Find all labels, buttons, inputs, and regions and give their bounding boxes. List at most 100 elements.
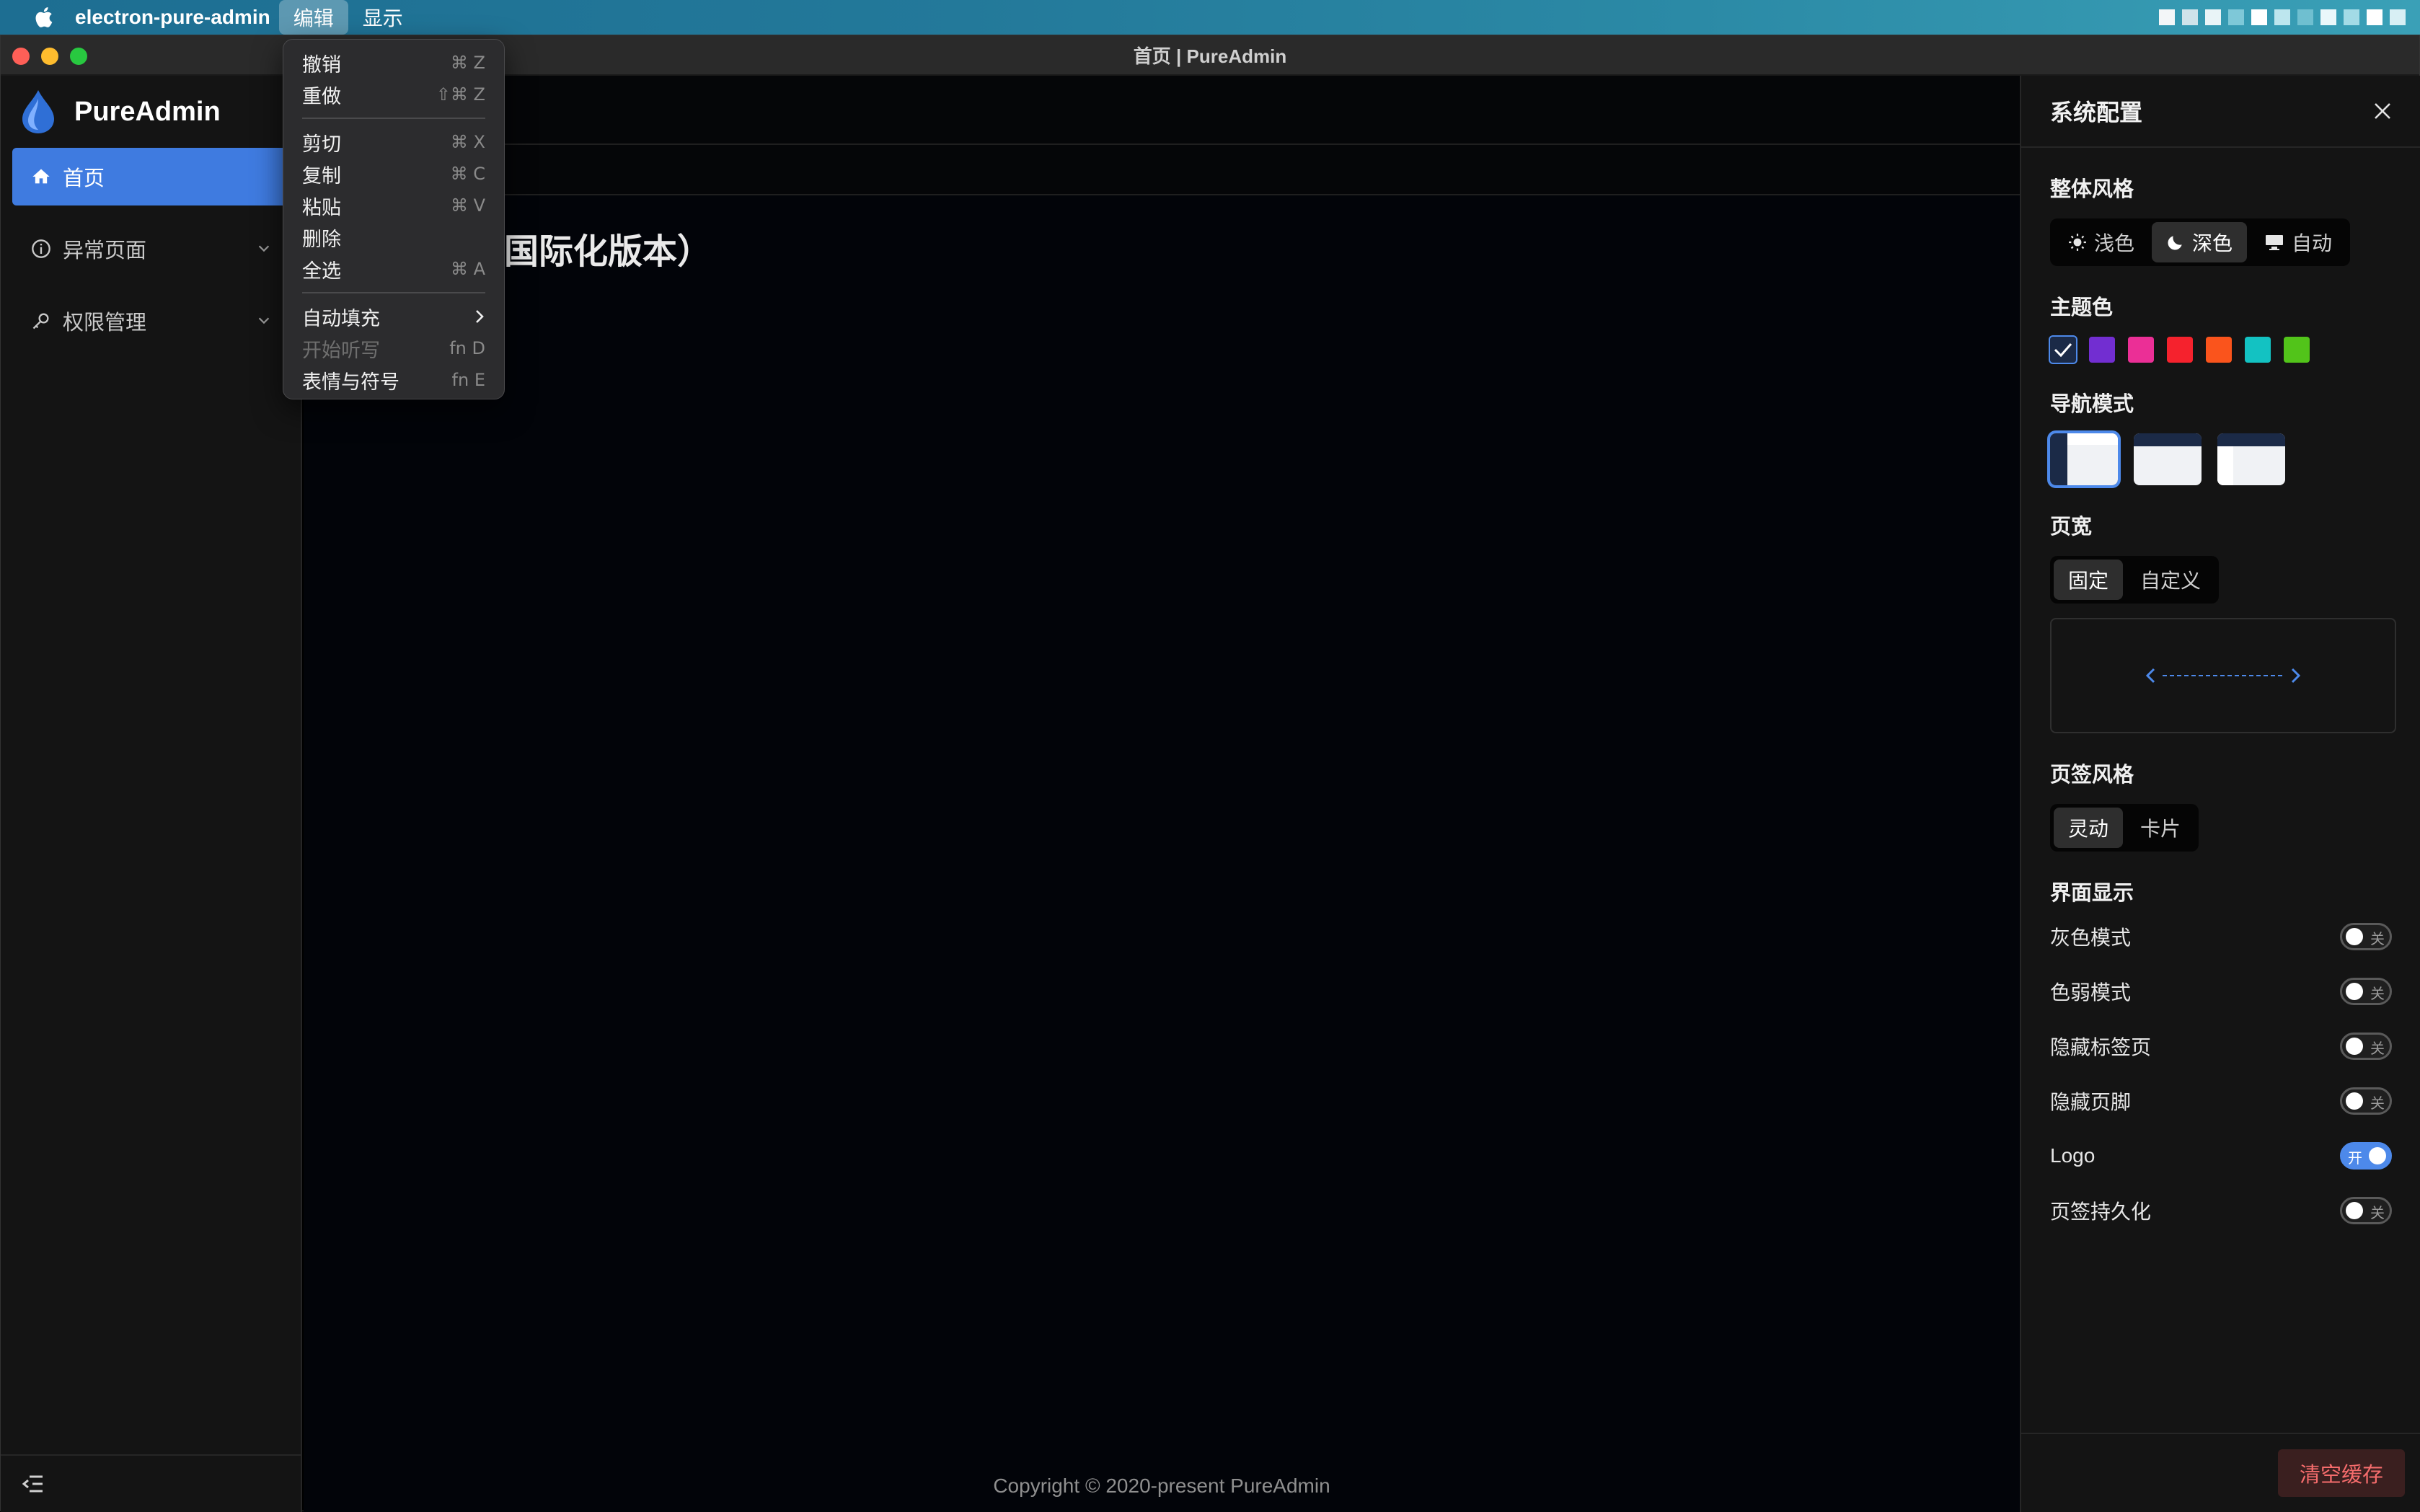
nav-mode-mixed[interactable] [2217,433,2285,485]
settings-title: 系统配置 [2050,100,2143,125]
page-width-segmented: 固定 自定义 [2050,556,2220,604]
menu-item-cut[interactable]: 剪切 ⌘ X [292,126,495,158]
menu-item-delete[interactable]: 删除 [292,221,495,253]
close-icon[interactable] [2373,102,2392,120]
theme-option-label: 浅色 [2094,232,2135,255]
chevron-down-icon [256,240,272,256]
monitor-icon [2264,233,2284,252]
menu-item-undo[interactable]: 撤销 ⌘ Z [292,47,495,79]
section-title-theme-style: 整体风格 [2050,178,2134,201]
edit-menu-dropdown: 撤销 ⌘ Z 重做 ⇧⌘ Z 剪切 ⌘ X 复制 ⌘ C 粘贴 ⌘ V 删除 全… [283,39,505,399]
menu-item-label: 全选 [302,260,341,282]
status-icon[interactable] [2228,9,2244,25]
theme-color-swatch[interactable] [2167,337,2193,363]
menu-view[interactable]: 显示 [348,0,418,35]
status-icon[interactable] [2274,9,2290,25]
toggle-label: Logo [2050,1144,2096,1167]
page-width-preview[interactable] [2050,618,2396,733]
menu-item-start-dictation: 开始听写 fn D [292,332,495,364]
theme-color-swatch[interactable] [2089,337,2115,363]
status-icon[interactable] [2390,9,2406,25]
toggle-label: 页签持久化 [2050,1201,2152,1223]
menu-item-redo[interactable]: 重做 ⇧⌘ Z [292,79,495,110]
main-content: in-Thin（非国际化版本） Copyright © 2020-present… [304,76,2020,1512]
switch-state: 关 [2370,1096,2385,1112]
theme-color-swatch[interactable] [2128,337,2154,363]
status-icon[interactable] [2205,9,2221,25]
tag-style-segmented: 灵动 卡片 [2050,804,2199,852]
menu-item-label: 自动填充 [302,307,380,330]
home-icon [31,167,56,187]
menu-item-emoji-symbols[interactable]: 表情与符号 fn E [292,364,495,396]
menu-separator [302,118,485,119]
toggle-label: 隐藏标签页 [2050,1036,2152,1058]
sidebar-item-error-pages[interactable]: 异常页面 [12,220,289,278]
macos-menubar: electron-pure-admin 编辑 显示 [0,0,2420,35]
menu-item-label: 表情与符号 [302,371,399,393]
settings-header: 系统配置 [2021,76,2420,148]
settings-panel: 系统配置 整体风格 浅色 深色 自动 主题色 导航模式 页宽 固定 自定义 页签… [2020,76,2420,1512]
tag-style-smart-option[interactable]: 灵动 [2054,808,2124,848]
theme-style-segmented: 浅色 深色 自动 [2050,218,2351,266]
nav-mode-vertical[interactable] [2047,430,2121,488]
hide-tabs-switch[interactable]: 关 [2340,1033,2392,1060]
sidebar: PureAdmin 首页 异常页面 权限管理 [1,76,302,1512]
chevron-right-icon [474,308,485,325]
menu-edit[interactable]: 编辑 [278,0,348,35]
nav-mode-horizontal[interactable] [2134,433,2202,485]
close-window-button[interactable] [12,48,30,65]
stretch-arrows-icon [2145,668,2301,684]
weak-mode-switch[interactable]: 关 [2340,978,2392,1005]
clear-cache-button[interactable]: 清空缓存 [2277,1449,2405,1497]
theme-auto-option[interactable]: 自动 [2250,222,2346,262]
switch-state: 关 [2370,932,2385,947]
theme-color-swatch[interactable] [2284,337,2310,363]
theme-color-swatch[interactable] [2245,337,2271,363]
menu-item-paste[interactable]: 粘贴 ⌘ V [292,190,495,221]
status-icon[interactable] [2344,9,2359,25]
menu-item-select-all[interactable]: 全选 ⌘ A [292,253,495,285]
status-icon[interactable] [2367,9,2383,25]
menu-item-shortcut: ⌘ A [450,259,485,279]
sidebar-collapse-button[interactable] [1,1454,301,1512]
status-icon[interactable] [2159,9,2175,25]
key-icon [31,311,56,331]
logo-switch[interactable]: 开 [2340,1142,2392,1170]
footer-copyright: Copyright © 2020-present PureAdmin [993,1475,1330,1497]
check-icon [2054,343,2072,358]
app-name-menu[interactable]: electron-pure-admin [75,6,270,29]
grey-mode-switch[interactable]: 关 [2340,923,2392,950]
window-title: 首页 | PureAdmin [1133,45,1287,67]
theme-color-swatch[interactable] [2206,337,2232,363]
apple-icon[interactable] [27,6,59,28]
theme-dark-option[interactable]: 深色 [2152,222,2248,262]
toggle-label: 隐藏页脚 [2050,1091,2132,1113]
status-icon[interactable] [2182,9,2198,25]
toggle-row-hide-tabs: 隐藏标签页 关 [2050,1019,2392,1074]
status-icon[interactable] [2251,9,2267,25]
status-icon[interactable] [2297,9,2313,25]
page-width-option-label: 固定 [2068,570,2109,592]
tags-cache-switch[interactable]: 关 [2340,1197,2392,1224]
menu-item-shortcut: ⌘ C [450,164,485,184]
page-width-fixed-option[interactable]: 固定 [2054,560,2124,600]
hide-footer-switch[interactable]: 关 [2340,1087,2392,1115]
switch-state: 开 [2348,1151,2362,1167]
menu-item-autofill[interactable]: 自动填充 [292,301,495,332]
menu-item-label: 开始听写 [302,339,380,361]
status-icon[interactable] [2320,9,2336,25]
theme-light-option[interactable]: 浅色 [2054,222,2149,262]
sidebar-logo[interactable]: PureAdmin [1,76,301,148]
section-title-tag-style: 页签风格 [2050,764,2134,787]
menu-item-shortcut: ⌘ X [450,132,485,152]
page-width-custom-option[interactable]: 自定义 [2126,560,2215,600]
menu-item-label: 粘贴 [302,196,341,218]
menu-item-copy[interactable]: 复制 ⌘ C [292,158,495,190]
theme-color-swatch[interactable] [2049,335,2077,364]
theme-color-swatches [2049,335,2392,364]
sidebar-item-permissions[interactable]: 权限管理 [12,292,289,350]
tag-style-card-option[interactable]: 卡片 [2126,808,2195,848]
sidebar-item-home[interactable]: 首页 [12,148,289,205]
minimize-window-button[interactable] [41,48,58,65]
zoom-window-button[interactable] [70,48,87,65]
